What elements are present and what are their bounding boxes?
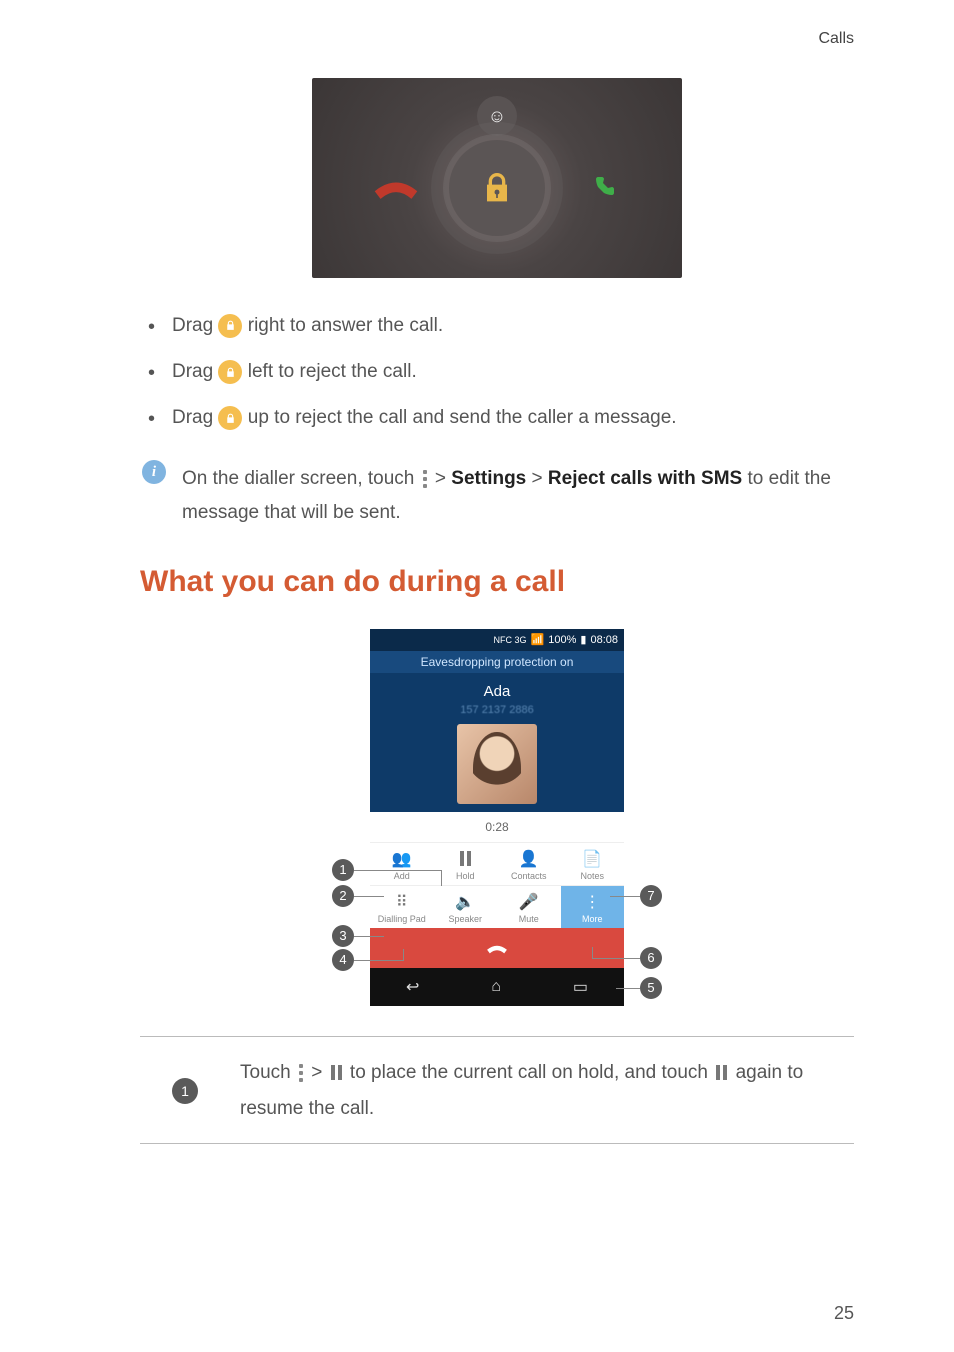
text: > bbox=[311, 1062, 327, 1083]
end-call-icon bbox=[482, 939, 512, 957]
decline-icon bbox=[367, 168, 425, 208]
lock-icon bbox=[218, 314, 242, 338]
text: to place the current call on hold, and t… bbox=[350, 1062, 713, 1083]
label: Hold bbox=[434, 871, 498, 881]
reject-sms-label: Reject calls with SMS bbox=[548, 468, 742, 489]
message-icon: ☺ bbox=[477, 96, 517, 136]
caller-number: 157 2137 2886 bbox=[370, 704, 624, 716]
back-icon[interactable]: ↩ bbox=[406, 977, 419, 997]
lock-icon bbox=[218, 360, 242, 384]
label: Mute bbox=[497, 914, 561, 924]
callout-6: 6 bbox=[640, 947, 662, 969]
info-note: i On the dialler screen, touch > Setting… bbox=[142, 460, 854, 530]
callout-2: 2 bbox=[332, 885, 354, 907]
android-nav-bar: ↩ ⌂ ▭ bbox=[370, 968, 624, 1006]
notes-icon: 📄 bbox=[561, 849, 625, 869]
more-button[interactable]: ⋮ More bbox=[561, 885, 625, 928]
text: up to reject the call and send the calle… bbox=[248, 407, 677, 428]
battery-percent: 100% bbox=[548, 634, 576, 646]
info-icon: i bbox=[142, 460, 166, 484]
recent-icon[interactable]: ▭ bbox=[573, 977, 588, 997]
notes-button[interactable]: 📄 Notes bbox=[561, 842, 625, 885]
dialpad-icon: ⠿ bbox=[370, 892, 434, 912]
hold-button[interactable]: Hold bbox=[434, 842, 498, 885]
pause-icon bbox=[331, 1065, 342, 1080]
network-indicator: NFC 3G bbox=[494, 635, 527, 645]
lock-slider-icon bbox=[449, 140, 545, 236]
lock-icon bbox=[218, 406, 242, 430]
dialpad-button[interactable]: ⠿ Dialling Pad bbox=[370, 885, 434, 928]
callout-1: 1 bbox=[332, 859, 354, 881]
contacts-icon: 👤 bbox=[497, 849, 561, 869]
label: Notes bbox=[561, 871, 625, 881]
callout-line bbox=[403, 949, 404, 960]
avatar bbox=[457, 724, 537, 804]
answer-icon bbox=[579, 164, 627, 212]
mute-icon: 🎤 bbox=[497, 892, 561, 912]
call-timer: 0:28 bbox=[370, 812, 624, 842]
speaker-icon: 🔈 bbox=[434, 892, 498, 912]
clock: 08:08 bbox=[590, 634, 618, 646]
text: > bbox=[435, 468, 451, 489]
callout-3: 3 bbox=[332, 925, 354, 947]
contacts-button[interactable]: 👤 Contacts bbox=[497, 842, 561, 885]
section-heading: What you can do during a call bbox=[140, 565, 854, 599]
pause-icon bbox=[716, 1065, 727, 1080]
speaker-button[interactable]: 🔈 Speaker bbox=[434, 885, 498, 928]
text: right to answer the call. bbox=[248, 315, 443, 336]
instruction-list: Drag right to answer the call. Drag left… bbox=[148, 308, 854, 436]
text: > bbox=[532, 468, 548, 489]
list-item: Drag up to reject the call and send the … bbox=[148, 400, 854, 436]
menu-dots-icon bbox=[299, 1064, 303, 1082]
callout-line bbox=[616, 988, 640, 989]
call-buttons-row-1: 👥 Add Hold 👤 Contacts 📄 Notes bbox=[370, 842, 624, 885]
callout-line bbox=[354, 870, 442, 871]
caller-name: Ada bbox=[370, 683, 624, 700]
text: Drag bbox=[172, 315, 218, 336]
more-icon: ⋮ bbox=[561, 892, 625, 912]
list-item: Drag left to reject the call. bbox=[148, 354, 854, 390]
callout-7: 7 bbox=[640, 885, 662, 907]
callout-line bbox=[354, 960, 404, 961]
add-call-button[interactable]: 👥 Add bbox=[370, 842, 434, 885]
status-bar: NFC 3G 📶 100% ▮ 08:08 bbox=[370, 629, 624, 651]
settings-label: Settings bbox=[451, 468, 526, 489]
callout-line bbox=[354, 896, 384, 897]
menu-dots-icon bbox=[423, 470, 427, 488]
callout-line bbox=[610, 896, 640, 897]
hold-icon bbox=[434, 849, 498, 869]
callout-line bbox=[441, 870, 442, 886]
feature-table: 1 Touch > to place the current call on h… bbox=[140, 1036, 854, 1144]
label: Dialling Pad bbox=[370, 914, 434, 924]
end-call-button[interactable] bbox=[370, 928, 624, 968]
battery-icon: ▮ bbox=[580, 633, 586, 646]
call-buttons-row-2: ⠿ Dialling Pad 🔈 Speaker 🎤 Mute ⋮ More bbox=[370, 885, 624, 928]
page-header: Calls bbox=[140, 30, 854, 48]
add-call-icon: 👥 bbox=[370, 849, 434, 869]
table-row: 1 Touch > to place the current call on h… bbox=[140, 1036, 854, 1143]
home-icon[interactable]: ⌂ bbox=[491, 978, 501, 996]
signal-icon: 📶 bbox=[531, 633, 545, 646]
eavesdrop-banner: Eavesdropping protection on bbox=[370, 651, 624, 673]
label: More bbox=[561, 914, 625, 924]
text: left to reject the call. bbox=[248, 361, 417, 382]
page-number: 25 bbox=[834, 1303, 854, 1324]
in-call-screenshot: NFC 3G 📶 100% ▮ 08:08 Eavesdropping prot… bbox=[370, 629, 624, 1006]
text: Drag bbox=[172, 361, 218, 382]
label: Speaker bbox=[434, 914, 498, 924]
mute-button[interactable]: 🎤 Mute bbox=[497, 885, 561, 928]
callout-line bbox=[592, 958, 640, 959]
callout-line bbox=[354, 936, 384, 937]
callout-5: 5 bbox=[640, 977, 662, 999]
text: Drag bbox=[172, 407, 218, 428]
list-item: Drag right to answer the call. bbox=[148, 308, 854, 344]
text: Touch bbox=[240, 1062, 296, 1083]
callout-4: 4 bbox=[332, 949, 354, 971]
incoming-call-illustration: ☺ bbox=[312, 78, 682, 278]
label: Add bbox=[370, 871, 434, 881]
row-number: 1 bbox=[172, 1078, 198, 1104]
text: On the dialler screen, touch bbox=[182, 468, 420, 489]
label: Contacts bbox=[497, 871, 561, 881]
callout-line bbox=[592, 947, 593, 958]
